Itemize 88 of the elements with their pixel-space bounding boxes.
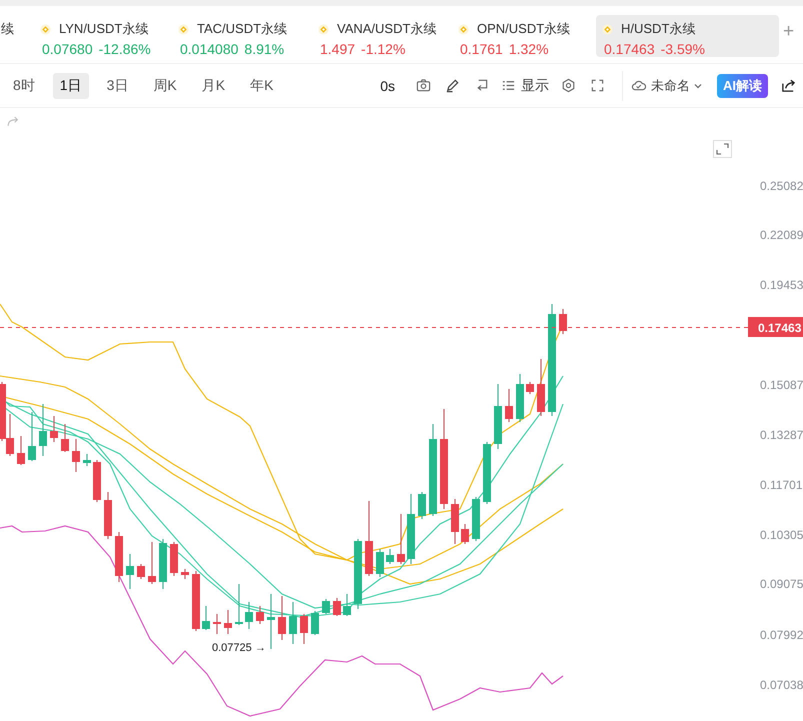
candlestick [461, 524, 469, 544]
candlestick [39, 404, 47, 456]
candlestick [397, 514, 405, 564]
list-icon [501, 78, 516, 93]
candlestick [278, 596, 286, 640]
low-price-marker: 0.07725 → [212, 642, 266, 654]
price-axis-label: 0.15087 [760, 378, 803, 392]
candlestick [505, 388, 513, 422]
coin-icon [602, 24, 613, 34]
price-axis-label: 0.13287 [760, 428, 803, 442]
ai-button[interactable]: AI解读 [717, 74, 768, 98]
layout-dropdown[interactable]: 未命名 [631, 76, 703, 94]
candlestick [245, 602, 253, 630]
candlestick [386, 548, 394, 564]
expand-icon[interactable] [713, 140, 732, 158]
price-axis-label: 0.09075 [760, 577, 803, 591]
candlestick [322, 598, 330, 614]
price-axis-label: 0.25082 [760, 179, 803, 193]
price-axis-label: 0.07992 [760, 628, 803, 642]
candlestick [192, 570, 200, 632]
candlestick [115, 532, 123, 582]
interval-tab[interactable]: 月K [194, 72, 232, 98]
ticker-tab[interactable]: VANA/USDT永续 1.497 -1.12% [316, 15, 450, 57]
share-icon[interactable] [781, 78, 796, 93]
candlestick [537, 358, 545, 416]
price-axis-label: 0.11701 [760, 478, 802, 492]
candlestick [181, 568, 189, 580]
interval-tab[interactable]: 8时 [6, 72, 42, 98]
coin-icon [40, 24, 51, 34]
candlestick [311, 610, 319, 636]
current-price-tag: 0.17463 [748, 317, 803, 337]
candlestick [72, 438, 80, 472]
coin-icon [458, 24, 469, 34]
candlestick [126, 554, 134, 590]
candlestick [93, 460, 101, 502]
candlestick [494, 384, 502, 450]
candlestick [516, 374, 524, 422]
price-axis-label: 0.07038 [760, 678, 803, 692]
price-axis-label: 0.22089 [760, 228, 803, 242]
ticker-tab[interactable]: H/USDT永续 0.17463 -3.59% [596, 15, 779, 57]
candlestick [451, 498, 459, 544]
pen-icon[interactable] [445, 78, 460, 93]
price-axis-label: 0.10305 [760, 528, 803, 542]
candlestick [104, 492, 112, 540]
candlestick [159, 538, 167, 590]
price-axis-label: 0.19453 [760, 278, 803, 292]
candlestick [333, 598, 341, 616]
candlestick [559, 308, 567, 334]
candlestick [50, 416, 58, 442]
interval-tab[interactable]: 3日 [100, 72, 136, 98]
candlestick [343, 594, 351, 616]
candlestick [472, 496, 480, 542]
interval-tab[interactable]: 1日 [52, 72, 89, 98]
cloud-icon [631, 78, 646, 93]
candlestick [170, 542, 178, 576]
candlestick [526, 382, 534, 394]
interval-tab[interactable]: 周K [146, 72, 184, 98]
candlestick [83, 454, 91, 466]
interval-tab[interactable]: 年K [243, 72, 280, 98]
candlestick [17, 436, 25, 466]
coin-icon [178, 24, 189, 34]
candlestick [213, 614, 221, 634]
candlestick [224, 610, 232, 634]
candlestick [235, 584, 243, 626]
ticker-tab[interactable]: OPN/USDT永续 0.1761 1.32% [456, 15, 590, 57]
candlestick [289, 602, 297, 644]
display-button[interactable]: 显示 [496, 76, 554, 94]
ticker-tab[interactable]: TAC/USDT永续 0.014080 8.91% [176, 15, 310, 57]
ticker-tab[interactable]: 续 [0, 15, 18, 57]
camera-icon[interactable] [416, 78, 431, 93]
countdown: 0s [380, 78, 395, 94]
candlestick [267, 594, 275, 650]
candlestick [202, 606, 210, 630]
candlestick [148, 542, 156, 584]
candlestick [376, 548, 384, 578]
fullscreen-icon[interactable] [590, 78, 605, 93]
candlestick [483, 442, 491, 504]
candlestick [137, 564, 145, 580]
candlestick [300, 614, 308, 644]
candlestick [256, 606, 264, 624]
candlestick [28, 412, 36, 462]
candlestick [61, 424, 69, 452]
ticker-tab[interactable]: LYN/USDT永续 0.07680 -12.86% [38, 15, 172, 57]
candlestick [354, 538, 362, 610]
candlestick [407, 494, 415, 564]
candlestick [418, 492, 426, 520]
coin-icon [318, 24, 329, 34]
settings-icon[interactable] [561, 78, 576, 93]
